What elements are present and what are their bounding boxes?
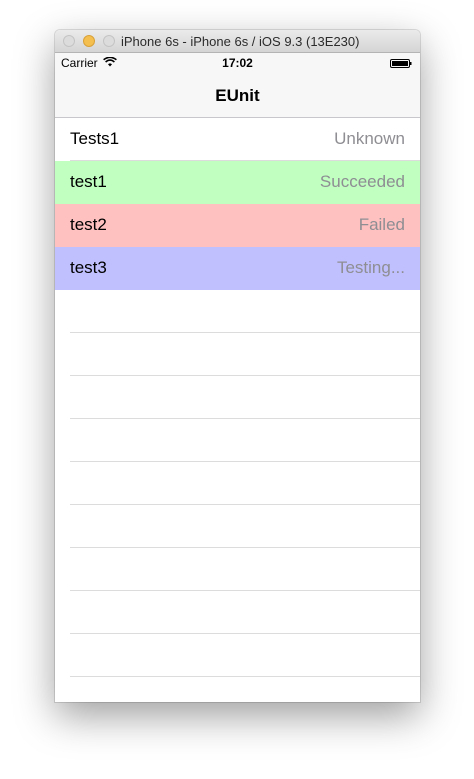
row-name: Tests1 <box>70 129 120 148</box>
page-title: EUnit <box>215 86 260 105</box>
empty-row <box>55 548 420 591</box>
empty-row <box>55 376 420 419</box>
empty-row <box>55 333 420 376</box>
row-status: Succeeded <box>319 172 405 191</box>
table-row-test2[interactable]: test2 Failed <box>55 204 420 247</box>
empty-row <box>55 290 420 333</box>
row-status: Unknown <box>334 129 405 148</box>
table-row-test3[interactable]: test3 Testing... <box>55 247 420 290</box>
empty-row <box>55 419 420 462</box>
row-name: test2 <box>70 215 107 234</box>
empty-row <box>55 505 420 548</box>
navigation-bar: EUnit <box>55 73 420 118</box>
row-name: test1 <box>70 172 107 191</box>
empty-row <box>55 634 420 677</box>
table-row-test1[interactable]: test1 Succeeded <box>55 161 420 204</box>
empty-row <box>55 591 420 634</box>
zoom-window-button[interactable] <box>103 35 115 47</box>
table-row-tests1[interactable]: Tests1 Unknown <box>55 118 420 161</box>
row-status: Failed <box>358 215 405 234</box>
status-time: 17:02 <box>222 56 253 70</box>
close-window-button[interactable] <box>63 35 75 47</box>
test-results-table[interactable]: Tests1 Unknown test1 Succeeded test2 Fai… <box>55 118 420 702</box>
status-bar: Carrier 17:02 <box>55 53 420 73</box>
window-title: iPhone 6s - iPhone 6s / iOS 9.3 (13E230) <box>121 34 360 49</box>
minimize-window-button[interactable] <box>83 35 95 47</box>
window-titlebar[interactable]: iPhone 6s - iPhone 6s / iOS 9.3 (13E230) <box>55 30 420 53</box>
row-status: Testing... <box>336 258 405 277</box>
simulator-window: iPhone 6s - iPhone 6s / iOS 9.3 (13E230)… <box>55 30 420 702</box>
row-name: test3 <box>70 258 107 277</box>
empty-row <box>55 462 420 505</box>
battery-icon <box>390 59 412 68</box>
